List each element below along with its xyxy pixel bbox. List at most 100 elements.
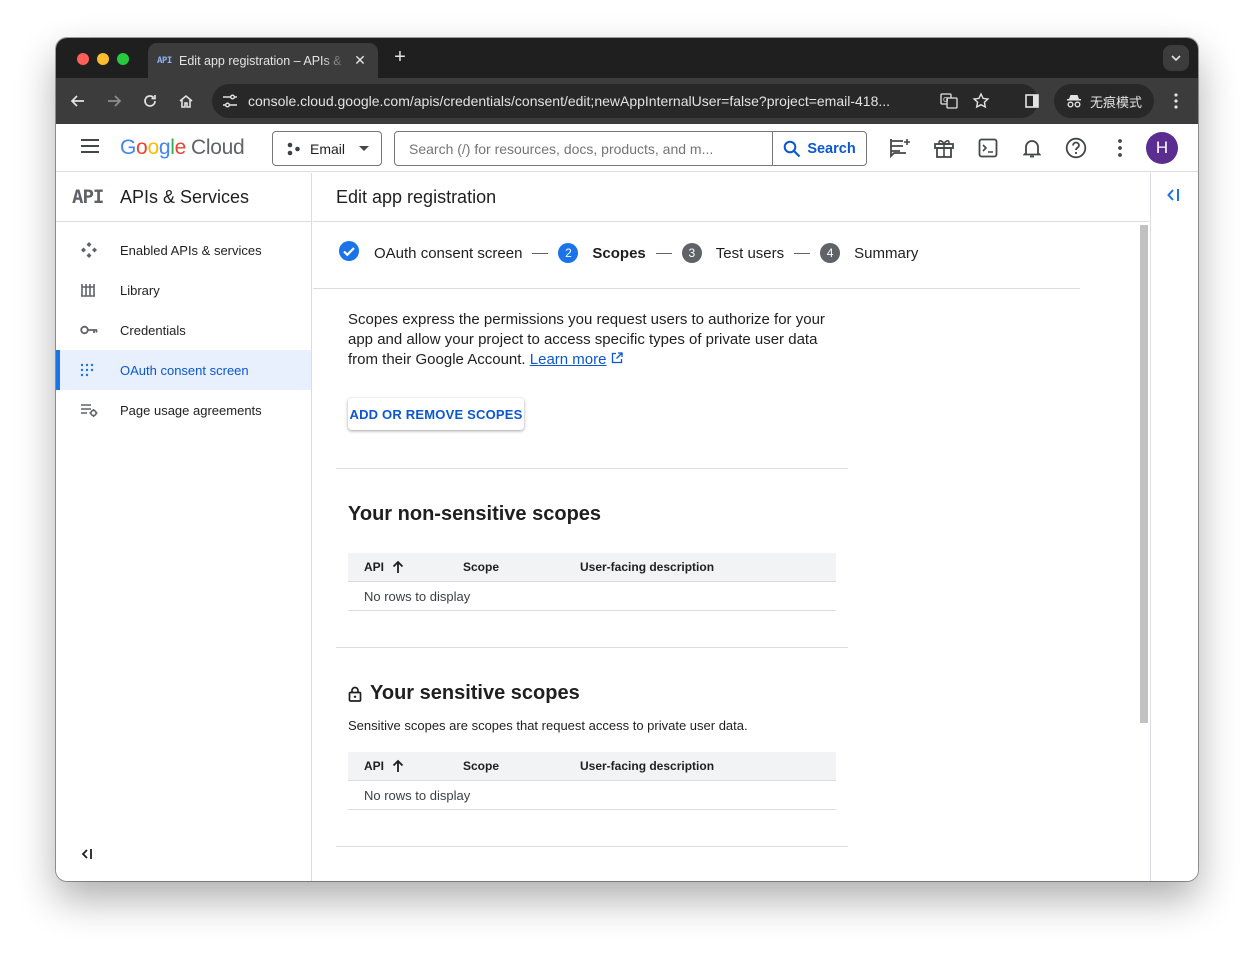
forward-button[interactable] [102,89,126,113]
step-oauth-consent[interactable]: OAuth consent screen [374,245,522,262]
column-api[interactable]: API [348,560,463,574]
close-window-button[interactable] [77,53,89,65]
incognito-badge[interactable]: 无痕模式 [1054,84,1154,118]
api-logo-icon: API [72,186,104,208]
browser-tab[interactable]: API Edit app registration – APIs & Servi… [148,43,378,78]
step-summary[interactable]: Summary [854,245,918,262]
section-divider [336,647,848,648]
step-separator [532,252,549,254]
key-icon [80,324,120,336]
chevron-down-icon [1171,55,1181,62]
translate-icon[interactable]: G [940,92,958,110]
sidebar-item-library[interactable]: Library [56,270,311,310]
close-tab-icon[interactable]: ✕ [353,52,367,69]
search-button[interactable]: Search [772,132,866,165]
main-content: Edit app registration OAuth consent scre… [313,173,1149,881]
sidebar: API APIs & Services Enabled APIs & servi… [56,173,312,881]
section-divider [336,468,848,469]
section-divider [336,846,848,847]
search-box: Search [394,131,867,166]
back-button[interactable] [66,89,90,113]
scopes-intro: Scopes express the permissions you reque… [348,310,848,430]
table-header: API Scope User-facing description [348,752,836,781]
learn-more-link[interactable]: Learn more [530,351,607,368]
api-favicon-icon: API [157,55,172,66]
step-scopes[interactable]: Scopes [592,245,645,262]
add-remove-scopes-button[interactable]: ADD OR REMOVE SCOPES [348,398,524,430]
sensitive-scopes-title: Your sensitive scopes [348,682,580,705]
bell-icon [1023,140,1041,158]
main-scrollbar[interactable] [1140,225,1148,723]
notifications-button[interactable] [1020,136,1044,160]
home-button[interactable] [174,89,198,113]
column-api[interactable]: API [348,759,463,773]
maximize-window-button[interactable] [117,53,129,65]
new-tab-button[interactable]: + [390,46,410,69]
sidebar-item-credentials[interactable]: Credentials [56,310,311,350]
bookmark-star-icon[interactable] [972,92,990,110]
sort-ascending-icon [392,560,404,573]
svg-text:G: G [943,96,948,104]
column-user-facing-description[interactable]: User-facing description [580,759,714,773]
sidebar-item-enabled-apis[interactable]: Enabled APIs & services [56,230,311,270]
incognito-label: 无痕模式 [1090,95,1143,111]
feedback-button[interactable] [888,136,912,160]
menu-icon [81,139,99,153]
sensitive-scopes-description: Sensitive scopes are scopes that request… [348,718,748,733]
scopes-description: Scopes express the permissions you reque… [348,311,825,368]
page-title: Edit app registration [336,186,497,207]
step-complete-check-icon [338,240,360,267]
column-scope[interactable]: Scope [463,759,580,773]
sensitive-scopes-table: API Scope User-facing description No row… [348,752,836,810]
step-test-users[interactable]: Test users [716,245,784,262]
sidebar-item-page-usage[interactable]: Page usage agreements [56,390,311,430]
stepper-divider [313,288,1080,289]
project-picker[interactable]: Email [272,131,382,166]
terminal-icon [978,138,998,158]
address-bar[interactable]: console.cloud.google.com/apis/credential… [212,84,1038,118]
dropdown-arrow-icon [359,145,370,151]
help-button[interactable] [1064,136,1088,160]
sidebar-item-oauth-consent[interactable]: OAuth consent screen [56,350,311,390]
table-empty-row: No rows to display [348,781,836,810]
sidebar-title: APIs & Services [120,186,250,207]
step-separator [794,252,811,254]
reload-button[interactable] [138,89,162,113]
browser-toolbar: console.cloud.google.com/apis/credential… [56,78,1198,124]
column-user-facing-description[interactable]: User-facing description [580,560,714,574]
account-avatar[interactable]: H [1146,132,1178,164]
sidebar-item-label: OAuth consent screen [120,362,249,378]
sidebar-nav: Enabled APIs & services Library Credenti… [56,222,311,430]
tab-strip: API Edit app registration – APIs & Servi… [56,38,1198,78]
tab-search-button[interactable] [1163,45,1189,71]
gift-button[interactable] [932,136,956,160]
google-cloud-logo[interactable]: Google Cloud [120,136,245,160]
cloud-shell-button[interactable] [976,136,1000,160]
sidebar-item-label: Credentials [120,322,186,338]
column-scope[interactable]: Scope [463,560,580,574]
sidebar-item-label: Library [120,282,160,298]
browser-menu-button[interactable] [1164,89,1188,113]
browser-window: API Edit app registration – APIs & Servi… [56,38,1198,881]
reload-icon [144,95,156,107]
more-options-button[interactable] [1108,136,1132,160]
minimize-window-button[interactable] [97,53,109,65]
gift-icon [934,140,954,158]
navigation-menu-button[interactable] [80,138,100,159]
step-number: 2 [558,243,579,263]
home-icon [179,94,193,108]
search-icon [784,140,801,157]
non-sensitive-scopes-title: Your non-sensitive scopes [348,503,602,525]
side-panel-button[interactable] [1020,89,1044,113]
table-header: API Scope User-facing description [348,553,836,582]
non-sensitive-scopes-table: API Scope User-facing description No row… [348,553,836,611]
page-header: Edit app registration [313,173,1149,222]
console-header: Google Cloud Email Search (/) for resour… [56,124,1198,172]
sidebar-item-label: Enabled APIs & services [120,242,262,258]
arrow-forward-icon [108,95,122,107]
site-settings-icon [223,94,237,108]
collapse-sidebar-button[interactable] [80,847,94,865]
search-input[interactable] [409,141,759,157]
library-icon [80,282,120,298]
expand-panel-button[interactable] [1165,188,1181,207]
